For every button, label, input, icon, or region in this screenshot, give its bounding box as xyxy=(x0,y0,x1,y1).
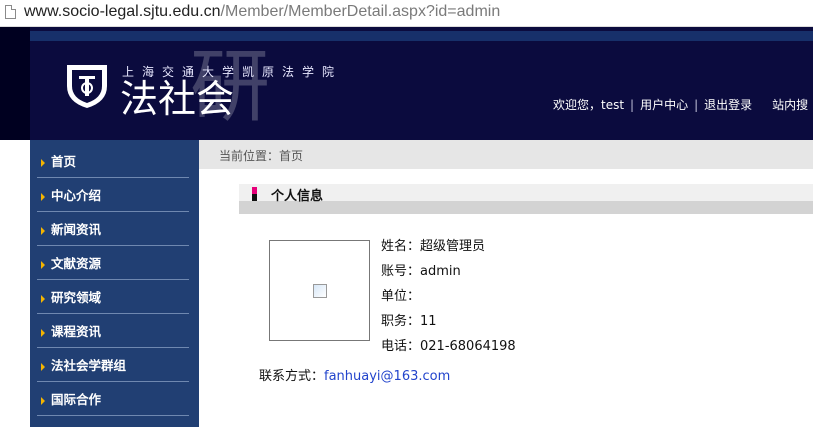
user-center-link[interactable]: 用户中心 xyxy=(640,96,688,113)
profile-name-row: 姓名：超级管理员 xyxy=(381,239,485,255)
sidebar-item-groups[interactable]: 法社会学群组 xyxy=(37,349,189,382)
sidebar-item-label: 课程资讯 xyxy=(51,324,102,339)
address-bar[interactable]: www.socio-legal.sjtu.edu.cn/Member/Membe… xyxy=(0,0,813,27)
nav-separator: | xyxy=(630,98,635,112)
profile-phone-row: 电话：021-68064198 xyxy=(381,339,516,355)
sidebar-item-label: 文献资源 xyxy=(51,256,102,271)
sidebar-item-label: 首页 xyxy=(51,154,77,169)
sidebar-item-label: 国际合作 xyxy=(51,392,102,407)
sidebar-nav: 首页 中心介绍 新闻资讯 文献资源 研究领域 课程资讯 法社会学群组 国际合作 xyxy=(0,140,199,427)
profile-photo xyxy=(269,240,370,341)
sidebar-item-news[interactable]: 新闻资讯 xyxy=(37,213,189,246)
arrow-right-icon xyxy=(41,396,45,405)
account-label: 账号： xyxy=(381,264,421,279)
breadcrumb-text: 当前位置：首页 xyxy=(219,149,304,163)
contact-email-link[interactable]: fanhuayi@163.com xyxy=(324,369,450,384)
account-value: admin xyxy=(420,264,461,279)
page-icon xyxy=(5,5,16,19)
logout-link[interactable]: 退出登录 xyxy=(704,96,752,113)
section-header: 个人信息 xyxy=(239,184,813,214)
nav-separator: | xyxy=(694,98,699,112)
name-label: 姓名： xyxy=(381,239,421,254)
sidebar-item-home[interactable]: 首页 xyxy=(37,145,189,178)
sidebar-item-international[interactable]: 国际合作 xyxy=(37,383,189,416)
sidebar-item-research[interactable]: 研究领域 xyxy=(37,281,189,314)
position-label: 职务： xyxy=(381,314,421,329)
greeting-text: 欢迎您，test xyxy=(553,98,625,112)
section-header-bar xyxy=(239,184,813,214)
arrow-right-icon xyxy=(41,294,45,303)
section-marker-icon xyxy=(252,187,257,194)
profile-position-row: 职务：11 xyxy=(381,314,437,330)
sidebar-item-literature[interactable]: 文献资源 xyxy=(37,247,189,280)
sidebar-item-label: 中心介绍 xyxy=(51,188,102,203)
header-left-pad xyxy=(0,27,30,140)
url-text[interactable]: www.socio-legal.sjtu.edu.cn/Member/Membe… xyxy=(24,2,500,22)
sidebar-item-courses[interactable]: 课程资讯 xyxy=(37,315,189,348)
unit-label: 单位： xyxy=(381,289,421,304)
header-top-stripe xyxy=(30,31,813,41)
brand-title: 法社会 xyxy=(120,77,235,121)
profile-unit-row: 单位： xyxy=(381,289,420,305)
profile-contact-row: 联系方式：fanhuayi@163.com xyxy=(259,365,450,384)
arrow-right-icon xyxy=(41,328,45,337)
section-title: 个人信息 xyxy=(271,189,324,204)
url-host: www.socio-legal.sjtu.edu.cn xyxy=(24,3,221,20)
contact-label: 联系方式： xyxy=(259,369,325,384)
site-header: 上海交通大学凯原法学院 研 法社会 欢迎您，test | 用户中心 | 退出登录 站内搜 xyxy=(0,27,813,140)
breadcrumb: 当前位置：首页 xyxy=(199,140,813,169)
arrow-right-icon xyxy=(41,158,45,167)
url-path: /Member/MemberDetail.aspx?id=admin xyxy=(220,3,501,20)
phone-label: 电话： xyxy=(381,339,421,354)
sidebar-item-label: 研究领域 xyxy=(51,290,102,305)
user-nav: 欢迎您，test | 用户中心 | 退出登录 站内搜 xyxy=(553,96,808,113)
arrow-right-icon xyxy=(41,192,45,201)
profile-account-row: 账号：admin xyxy=(381,264,461,280)
university-shield-icon xyxy=(67,65,107,108)
arrow-right-icon xyxy=(41,260,45,269)
site-search-link[interactable]: 站内搜 xyxy=(772,96,808,113)
sidebar-left-pad xyxy=(0,140,30,427)
section-marker-icon xyxy=(252,194,257,201)
arrow-right-icon xyxy=(41,226,45,235)
phone-value: 021-68064198 xyxy=(420,339,516,354)
sidebar-item-label: 新闻资讯 xyxy=(51,222,102,237)
broken-image-icon xyxy=(313,284,327,298)
arrow-right-icon xyxy=(41,362,45,371)
sidebar-item-label: 法社会学群组 xyxy=(51,358,127,373)
sidebar-item-about[interactable]: 中心介绍 xyxy=(37,179,189,212)
name-value: 超级管理员 xyxy=(420,239,486,254)
position-value: 11 xyxy=(420,314,437,329)
